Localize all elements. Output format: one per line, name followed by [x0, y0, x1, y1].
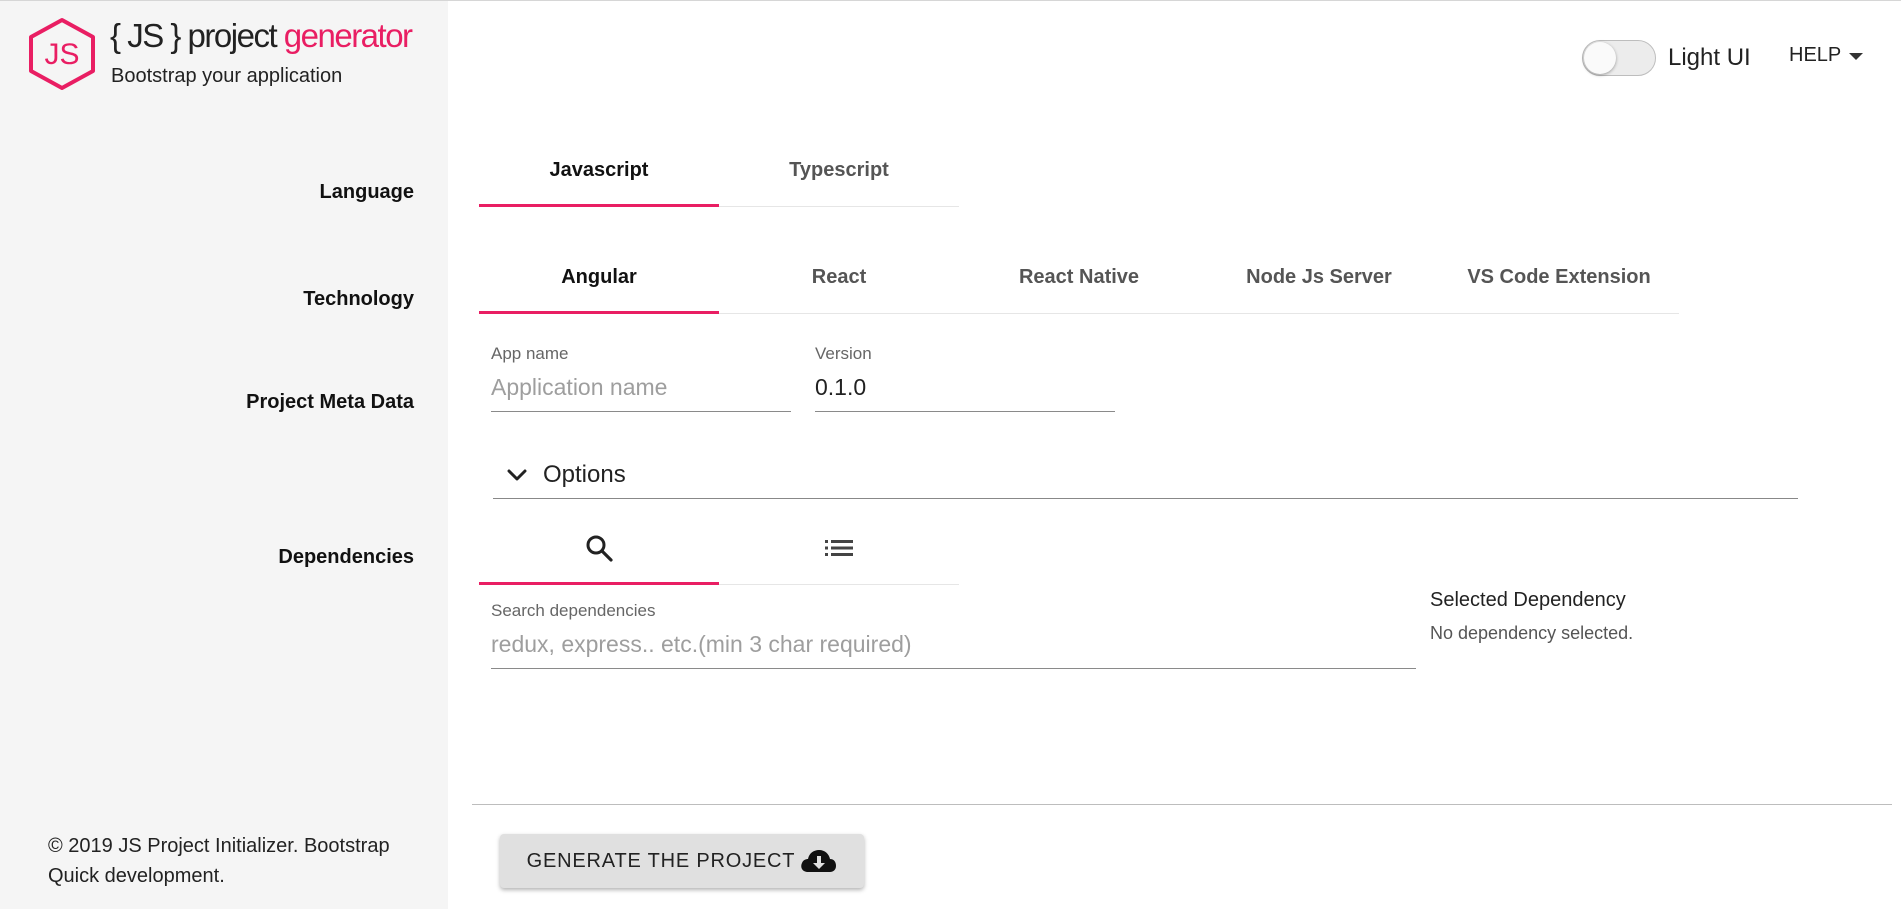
help-label: HELP — [1789, 44, 1842, 66]
selected-dependency-title: Selected Dependency — [1430, 589, 1626, 611]
selected-dependency-empty: No dependency selected. — [1430, 623, 1634, 643]
sidebar: JS { JS } project generator Bootstrap yo… — [0, 1, 448, 909]
help-menu-button[interactable]: HELP — [1789, 44, 1864, 67]
search-icon — [586, 535, 613, 562]
version-input[interactable] — [815, 370, 1115, 412]
app-name-field: App name — [491, 344, 791, 412]
tab-angular[interactable]: Angular — [479, 241, 719, 314]
chevron-down-icon — [497, 468, 537, 482]
app-name-label: App name — [491, 344, 569, 363]
brand-subtitle: Bootstrap your application — [111, 65, 343, 87]
app-name-input[interactable] — [491, 370, 791, 412]
dependency-search-field: Search dependencies — [491, 601, 1416, 669]
brand-title: { JS } project generator — [110, 17, 413, 55]
tab-react-native[interactable]: React Native — [959, 241, 1199, 313]
section-label-dependencies: Dependencies — [278, 546, 414, 568]
caret-down-icon — [1849, 53, 1864, 60]
generate-project-button[interactable]: GENERATE THE PROJECT — [500, 834, 864, 888]
dependency-search-label: Search dependencies — [491, 601, 656, 620]
tab-javascript[interactable]: Javascript — [479, 134, 719, 207]
light-ui-label: Light UI — [1668, 44, 1751, 71]
language-tabs: Javascript Typescript — [479, 134, 959, 207]
cloud-download-icon — [801, 850, 837, 872]
options-expander[interactable]: Options — [493, 451, 1798, 499]
footer-divider — [472, 804, 1892, 805]
version-label: Version — [815, 344, 872, 363]
dependency-search-input[interactable] — [491, 627, 1416, 669]
svg-text:JS: JS — [44, 38, 79, 71]
section-label-technology: Technology — [303, 288, 414, 310]
tab-dependency-list[interactable] — [719, 512, 959, 584]
footer-copyright: © 2019 JS Project Initializer. Bootstrap… — [48, 835, 390, 887]
section-label-meta: Project Meta Data — [246, 391, 414, 413]
options-label: Options — [543, 460, 626, 488]
brand-title-accent: generator — [283, 17, 413, 54]
section-label-language: Language — [319, 181, 414, 203]
toggle-knob — [1584, 42, 1616, 74]
generate-project-label: GENERATE THE PROJECT — [526, 849, 796, 872]
brand-title-prefix: { JS } project — [110, 17, 284, 54]
tab-node-js-server[interactable]: Node Js Server — [1199, 241, 1439, 313]
tab-typescript[interactable]: Typescript — [719, 134, 959, 206]
dependency-tabs — [479, 512, 959, 585]
tab-vs-code-extension[interactable]: VS Code Extension — [1439, 241, 1679, 313]
tab-react[interactable]: React — [719, 241, 959, 313]
js-logo-icon: JS — [29, 18, 95, 90]
technology-tabs: Angular React React Native Node Js Serve… — [479, 241, 1679, 314]
light-ui-toggle[interactable] — [1582, 40, 1656, 76]
version-field: Version — [815, 344, 1115, 412]
tab-dependency-search[interactable] — [479, 512, 719, 585]
list-icon — [825, 540, 853, 556]
